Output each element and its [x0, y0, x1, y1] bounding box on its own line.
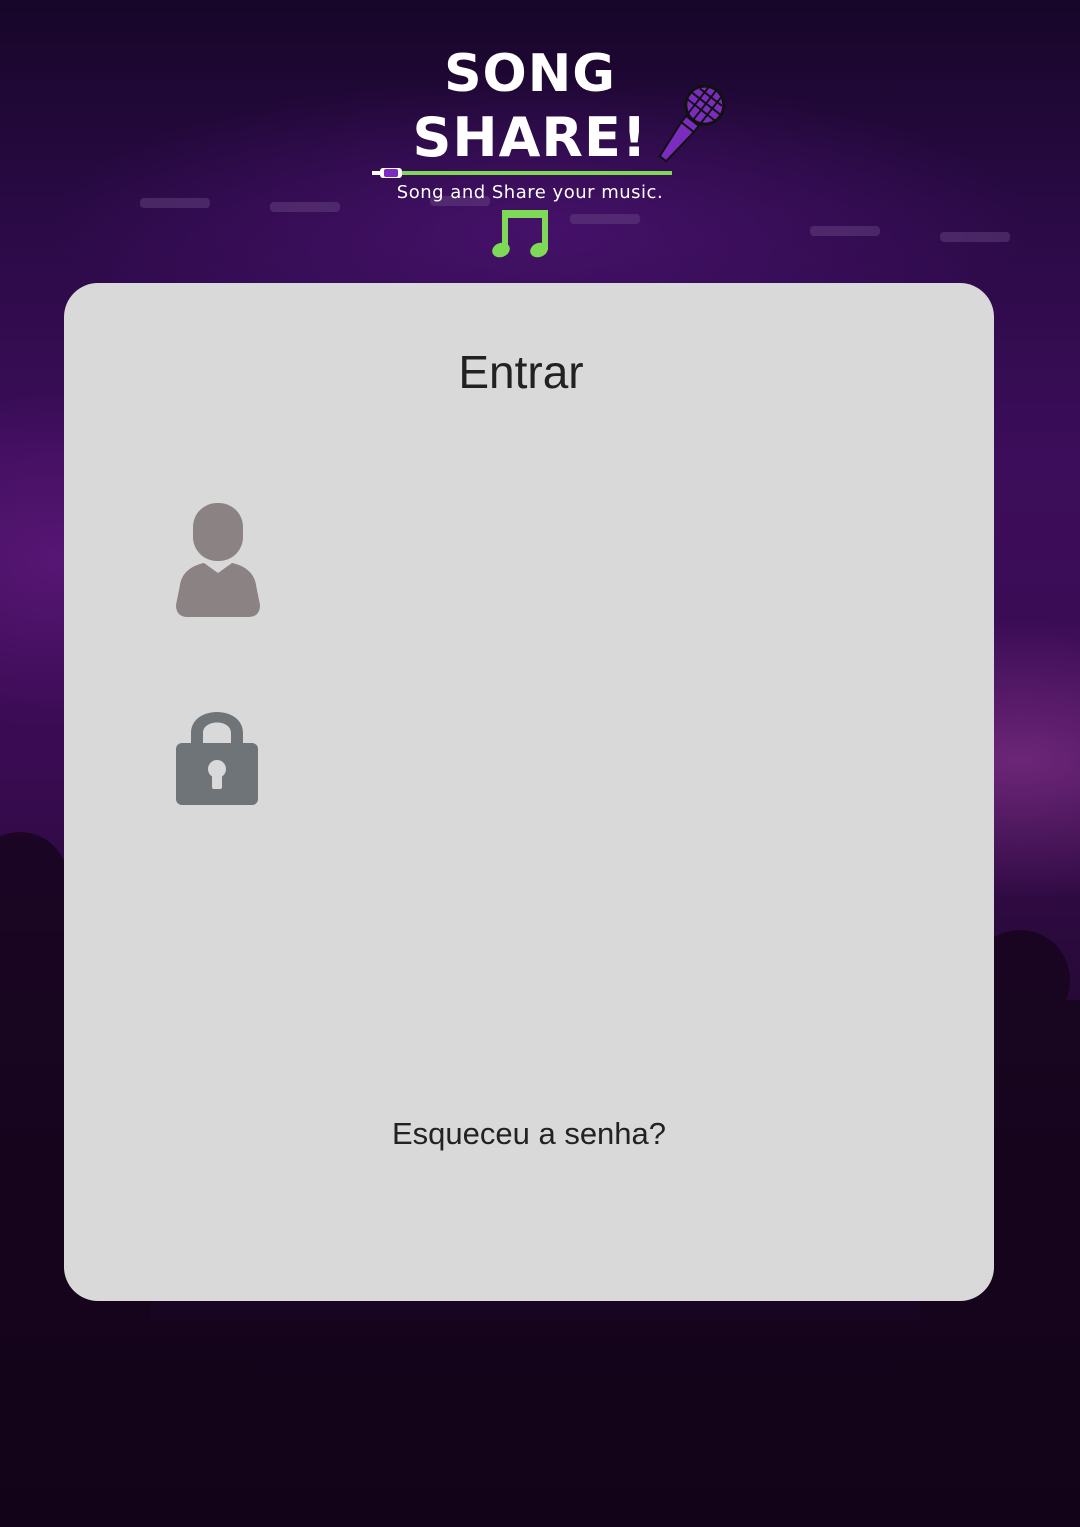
username-input[interactable]	[294, 519, 918, 605]
lock-icon	[176, 712, 258, 805]
user-icon	[176, 503, 260, 617]
music-note-icon	[492, 210, 548, 258]
logo-tagline: Song and Share your music.	[396, 182, 664, 203]
logo-title-line1: SONG	[444, 44, 616, 104]
song-share-logo: SONG SHARE! Song and Share your music.	[360, 40, 740, 270]
audio-cable-icon	[372, 168, 672, 178]
password-input[interactable]	[294, 711, 918, 797]
login-card: Entrar Esqueceu a senha?	[64, 283, 994, 1301]
login-title: Entrar	[458, 346, 584, 398]
forgot-password-link[interactable]: Esqueceu a senha?	[64, 1116, 994, 1152]
logo-title-line2: SHARE!	[412, 106, 648, 169]
microphone-icon	[658, 84, 726, 163]
